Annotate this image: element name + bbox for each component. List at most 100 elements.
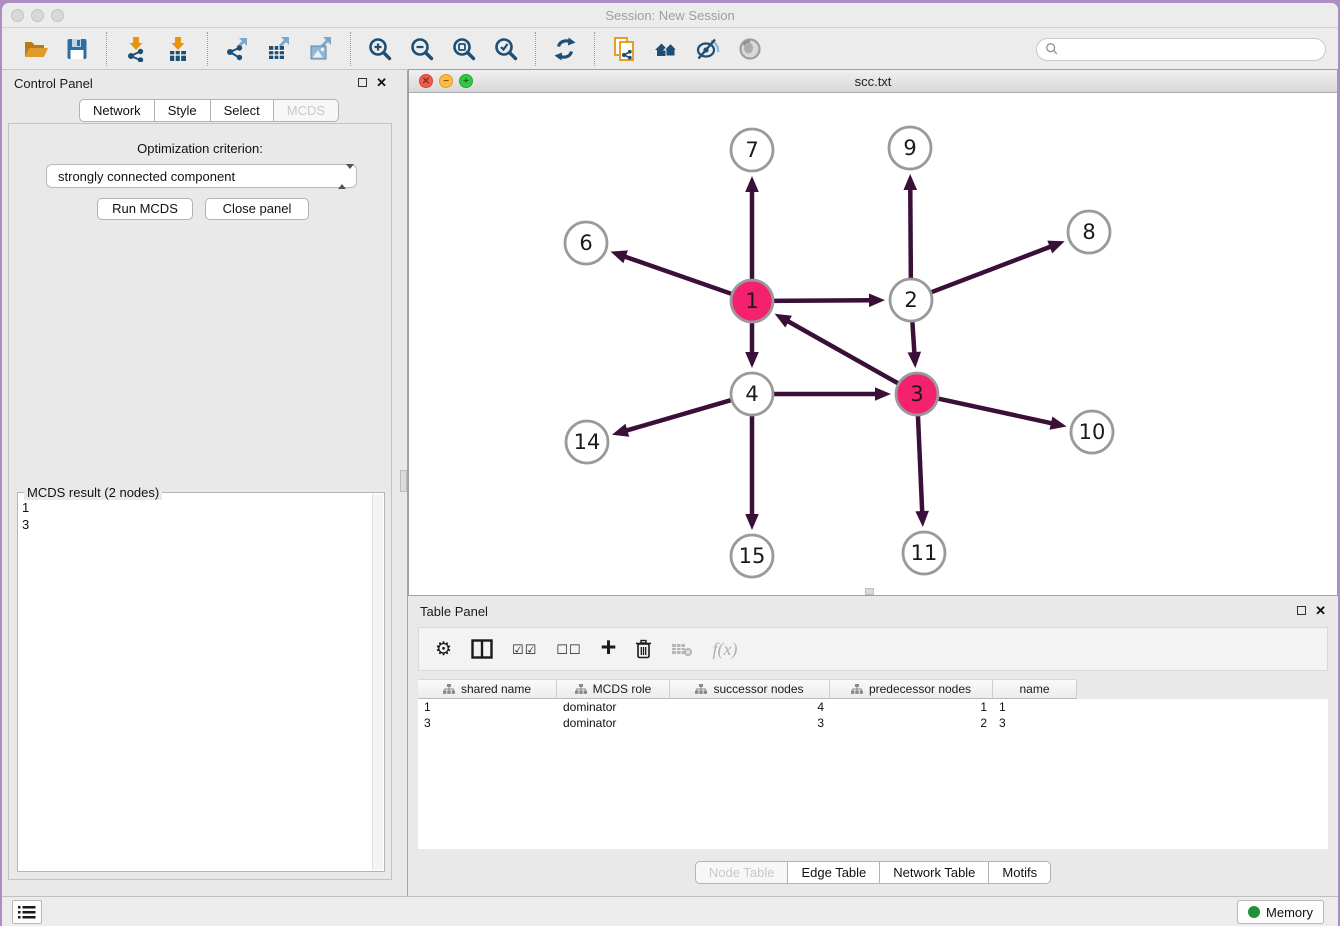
graph-node-label: 11	[911, 541, 938, 565]
first-neighbors-icon[interactable]	[653, 36, 679, 62]
column-header-successor-nodes[interactable]: successor nodes	[670, 679, 830, 699]
export-table-icon[interactable]	[266, 36, 292, 62]
app-window: Session: New Session	[2, 3, 1338, 926]
graph-node-label: 4	[745, 382, 758, 406]
graph-edge-arrowhead	[903, 174, 917, 190]
tab-edge-table[interactable]: Edge Table	[788, 861, 880, 884]
search-box[interactable]	[1036, 38, 1326, 61]
mcds-panel: Optimization criterion: strongly connect…	[8, 123, 392, 880]
node-table[interactable]: shared nameMCDS rolesuccessor nodesprede…	[418, 679, 1328, 849]
float-panel-icon[interactable]	[358, 78, 367, 87]
column-visibility-icon[interactable]	[471, 639, 493, 659]
save-session-icon[interactable]	[64, 36, 90, 62]
zoom-in-icon[interactable]	[367, 36, 393, 62]
graph-edge-2-3[interactable]	[912, 318, 914, 354]
memory-status-icon	[1248, 906, 1260, 918]
graph-node-label: 1	[745, 289, 758, 313]
divider-grip[interactable]	[400, 470, 407, 492]
network-from-selection-icon[interactable]	[611, 36, 637, 62]
attribute-type-icon	[695, 684, 707, 694]
table-cell[interactable]: 3	[418, 715, 557, 731]
select-all-icon[interactable]: ☑☑	[512, 643, 537, 656]
network-graph[interactable]: 7968124314101511	[409, 93, 1337, 595]
task-history-button[interactable]	[12, 900, 42, 924]
criterion-select[interactable]: strongly connected component	[46, 164, 357, 188]
zoom-selected-icon[interactable]	[493, 36, 519, 62]
panel-divider[interactable]	[399, 70, 408, 896]
network-canvas[interactable]: 7968124314101511	[409, 93, 1337, 595]
search-icon	[1045, 42, 1059, 56]
graph-edge-3-1[interactable]	[787, 321, 901, 386]
graph-edge-arrowhead	[611, 250, 628, 263]
graph-edge-2-8[interactable]	[928, 246, 1052, 293]
close-panel-icon[interactable]: ✕	[376, 75, 387, 91]
graph-edge-1-2[interactable]	[770, 300, 871, 301]
table-cell[interactable]: 1	[418, 699, 557, 715]
table-cell[interactable]: 2	[830, 715, 993, 731]
network-window-titlebar[interactable]: ✕ − + scc.txt	[409, 70, 1337, 93]
graph-edge-arrowhead	[908, 352, 922, 368]
graph-edge-1-6[interactable]	[624, 256, 735, 295]
table-cell[interactable]: dominator	[557, 699, 670, 715]
tab-style[interactable]: Style	[155, 99, 211, 122]
graph-edge-3-10[interactable]	[935, 398, 1053, 424]
export-network-icon[interactable]	[224, 36, 250, 62]
import-table-icon[interactable]	[165, 36, 191, 62]
search-input[interactable]	[1059, 40, 1325, 58]
column-header-shared-name[interactable]: shared name	[418, 679, 557, 699]
table-row[interactable]: 3dominator323	[418, 715, 1328, 731]
tab-mcds[interactable]: MCDS	[274, 99, 339, 122]
function-builder-icon[interactable]: f(x)	[712, 640, 737, 658]
graph-edge-2-9[interactable]	[910, 188, 911, 282]
column-header-name[interactable]: name	[993, 679, 1077, 699]
column-header-MCDS-role[interactable]: MCDS role	[557, 679, 670, 699]
table-cell[interactable]: 4	[670, 699, 830, 715]
memory-button[interactable]: Memory	[1237, 900, 1324, 924]
tab-network[interactable]: Network	[79, 99, 155, 122]
control-panel-title: Control Panel	[14, 76, 93, 91]
table-cell[interactable]: 3	[670, 715, 830, 731]
delete-table-icon[interactable]	[671, 641, 693, 657]
table-cell[interactable]: 3	[993, 715, 1077, 731]
delete-column-trash-icon[interactable]	[635, 639, 652, 659]
table-cell[interactable]: 1	[993, 699, 1077, 715]
toolbar-separator	[594, 32, 595, 66]
graphics-details-icon[interactable]	[695, 36, 721, 62]
deselect-all-icon[interactable]: ☐☐	[556, 643, 581, 656]
memory-label: Memory	[1266, 905, 1313, 920]
table-tabs: Node Table Edge Table Network Table Moti…	[408, 861, 1338, 884]
float-table-panel-icon[interactable]	[1297, 606, 1306, 615]
table-cell[interactable]: dominator	[557, 715, 670, 731]
zoom-out-icon[interactable]	[409, 36, 435, 62]
graph-edge-4-14[interactable]	[625, 399, 734, 431]
tab-network-table[interactable]: Network Table	[880, 861, 989, 884]
column-header-predecessor-nodes[interactable]: predecessor nodes	[830, 679, 993, 699]
graph-node-label: 9	[903, 136, 916, 160]
attribute-type-icon	[443, 684, 455, 694]
table-settings-gear-icon[interactable]: ⚙	[435, 640, 452, 659]
tab-node-table[interactable]: Node Table	[695, 861, 789, 884]
graph-edge-arrowhead	[869, 293, 885, 307]
tab-select[interactable]: Select	[211, 99, 274, 122]
apply-layout-icon[interactable]	[552, 36, 578, 62]
zoom-fit-icon[interactable]	[451, 36, 477, 62]
table-cell[interactable]: 1	[830, 699, 993, 715]
close-panel-button[interactable]: Close panel	[205, 198, 309, 220]
network-resize-grip[interactable]	[865, 588, 874, 595]
graph-edge-3-11[interactable]	[918, 412, 922, 513]
tab-motifs[interactable]: Motifs	[989, 861, 1051, 884]
result-scrollbar[interactable]	[372, 494, 383, 870]
table-panel-title: Table Panel	[420, 604, 488, 619]
table-panel: Table Panel ✕ ⚙ ☑☑ ☐☐ +	[408, 598, 1338, 896]
import-network-icon[interactable]	[123, 36, 149, 62]
birds-eye-view-icon[interactable]	[737, 36, 763, 62]
graph-node-label: 14	[574, 430, 601, 454]
export-image-icon[interactable]	[308, 36, 334, 62]
graph-edge-arrowhead	[915, 511, 929, 527]
run-mcds-button[interactable]: Run MCDS	[97, 198, 193, 220]
close-table-panel-icon[interactable]: ✕	[1315, 603, 1326, 619]
open-file-icon[interactable]	[22, 36, 48, 62]
add-column-icon[interactable]: +	[601, 634, 617, 661]
network-view-window: ✕ − + scc.txt 7968124314101511	[408, 69, 1338, 596]
table-row[interactable]: 1dominator411	[418, 699, 1328, 715]
